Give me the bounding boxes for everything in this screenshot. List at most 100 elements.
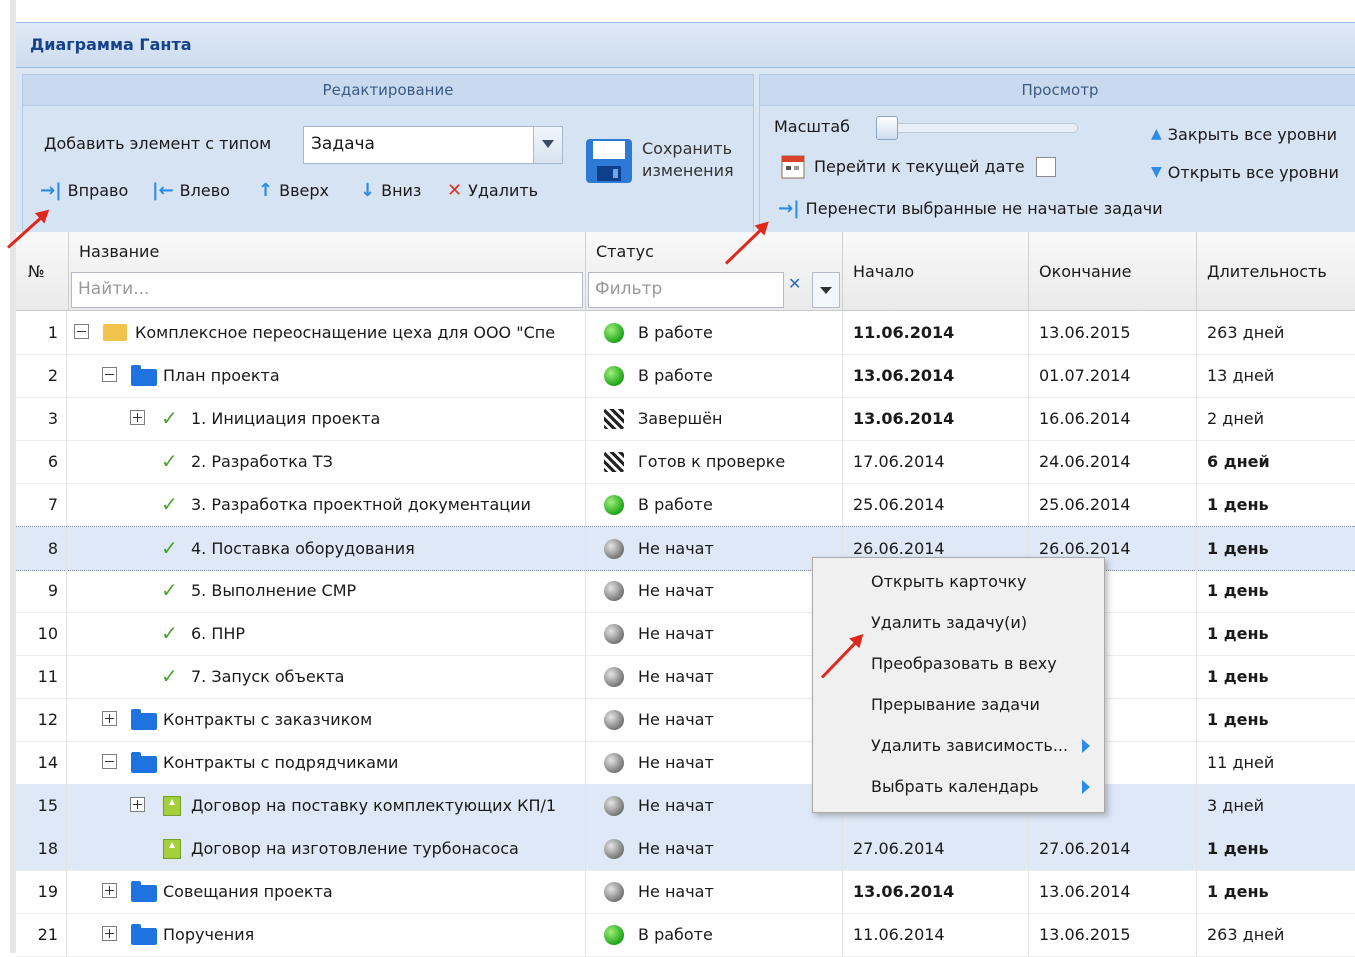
context-menu: Открыть карточку Удалить задачу(и) Преоб… bbox=[812, 557, 1105, 813]
row-start: 13.06.2014 bbox=[843, 870, 1029, 913]
collapse-icon[interactable] bbox=[102, 754, 117, 769]
move-up-label: Вверх bbox=[279, 180, 329, 200]
collapse-icon[interactable] bbox=[102, 367, 117, 382]
table-row-selected[interactable]: 8 ✓ 4. Поставка оборудования Не начат 26… bbox=[16, 526, 1355, 571]
move-unstarted-button[interactable]: →| Перенести выбранные не начатые задачи bbox=[778, 196, 1163, 220]
move-unstarted-label: Перенести выбранные не начатые задачи bbox=[805, 198, 1163, 218]
expand-icon[interactable] bbox=[130, 797, 145, 812]
arrow-right-bar-icon: →| bbox=[778, 197, 800, 219]
scale-slider-track[interactable] bbox=[876, 123, 1078, 133]
expand-all-button[interactable]: ▼ Открыть все уровни bbox=[1151, 160, 1339, 184]
chevron-down-icon bbox=[820, 287, 832, 294]
row-status: Готов к проверке bbox=[586, 440, 843, 483]
expand-icon[interactable] bbox=[102, 883, 117, 898]
expand-icon[interactable] bbox=[102, 926, 117, 941]
name-search-placeholder: Найти... bbox=[78, 279, 150, 299]
row-status: В работе bbox=[586, 913, 843, 956]
arrow-right-bar-icon: →| bbox=[40, 179, 62, 201]
row-status: Не начат bbox=[586, 655, 843, 698]
table-row[interactable]: 1 Комплексное переоснащение цеха для ООО… bbox=[16, 311, 1355, 355]
row-start: 13.06.2014 bbox=[843, 354, 1029, 397]
row-start: 11.06.2014 bbox=[843, 311, 1029, 354]
indent-left-button[interactable]: |← Влево bbox=[152, 178, 230, 202]
table-row[interactable]: 19 Совещания проекта Не начат 13.06.2014… bbox=[16, 870, 1355, 914]
indent-right-button[interactable]: →| Вправо bbox=[40, 178, 128, 202]
row-duration: 1 день bbox=[1207, 839, 1269, 858]
header-start[interactable]: Начало bbox=[843, 232, 1029, 310]
move-down-button[interactable]: ↓ Вниз bbox=[360, 178, 421, 202]
row-duration: 1 день bbox=[1207, 539, 1269, 558]
table-row[interactable]: 14 Контракты с подрядчиками Не начат 014… bbox=[16, 741, 1355, 785]
table-row-selected[interactable]: 18 Договор на изготовление турбонасоса Н… bbox=[16, 827, 1355, 871]
menu-item-convert-milestone[interactable]: Преобразовать в веху bbox=[871, 654, 1057, 673]
grid-header: № Название Найти... Статус Фильтр ✕ Нача… bbox=[16, 232, 1355, 311]
delete-button[interactable]: ✕ Удалить bbox=[447, 178, 538, 202]
checkmark-icon: ✓ bbox=[161, 406, 178, 430]
collapse-icon[interactable] bbox=[74, 324, 89, 339]
menu-item-interrupt-task[interactable]: Прерывание задачи bbox=[871, 695, 1040, 714]
header-name-label: Название bbox=[79, 242, 160, 261]
table-row-selected[interactable]: 15 Договор на поставку комплектующих КП/… bbox=[16, 784, 1355, 828]
collapse-all-button[interactable]: ▲ Закрыть все уровни bbox=[1151, 122, 1337, 146]
element-type-value: Задача bbox=[311, 134, 375, 154]
table-row[interactable]: 9 ✓ 5. Выполнение СМР Не начат 014 1 ден… bbox=[16, 569, 1355, 613]
save-icon[interactable] bbox=[585, 138, 633, 184]
scale-slider-thumb[interactable] bbox=[876, 116, 898, 140]
arrow-down-icon: ↓ bbox=[360, 179, 376, 201]
row-num: 7 bbox=[16, 483, 67, 526]
row-name: Контракты с подрядчиками bbox=[69, 741, 586, 784]
menu-item-remove-dependency[interactable]: Удалить зависимость... bbox=[871, 736, 1068, 755]
menu-item-delete-task[interactable]: Удалить задачу(и) bbox=[871, 613, 1027, 632]
expand-icon[interactable] bbox=[130, 410, 145, 425]
table-row[interactable]: 11 ✓ 7. Запуск объекта Не начат 014 1 де… bbox=[16, 655, 1355, 699]
header-num[interactable]: № bbox=[16, 232, 69, 310]
menu-item-choose-calendar[interactable]: Выбрать календарь bbox=[871, 777, 1039, 796]
menu-item-open-card[interactable]: Открыть карточку bbox=[871, 572, 1027, 591]
header-duration[interactable]: Длительность bbox=[1197, 232, 1355, 310]
contract-icon bbox=[163, 796, 181, 816]
row-end: 01.07.2014 bbox=[1029, 354, 1197, 397]
status-not-started-icon bbox=[604, 839, 624, 859]
row-status: В работе bbox=[586, 354, 843, 397]
save-changes-button[interactable]: Сохранить изменения bbox=[642, 138, 734, 182]
row-duration: 11 дней bbox=[1207, 753, 1275, 772]
row-num: 14 bbox=[16, 741, 67, 784]
table-row[interactable]: 3 ✓ 1. Инициация проекта Завершён 13.06.… bbox=[16, 397, 1355, 441]
status-not-started-icon bbox=[604, 539, 624, 559]
scale-label: Масштаб bbox=[774, 117, 851, 136]
header-name[interactable]: Название Найти... bbox=[69, 232, 586, 310]
row-duration: 1 день bbox=[1207, 581, 1269, 600]
move-up-button[interactable]: ↑ Вверх bbox=[258, 178, 329, 202]
clear-filter-icon[interactable]: ✕ bbox=[788, 274, 801, 293]
row-num: 3 bbox=[16, 397, 67, 440]
status-not-started-icon bbox=[604, 667, 624, 687]
checkmark-icon: ✓ bbox=[161, 536, 178, 560]
table-row[interactable]: 10 ✓ 6. ПНР Не начат 014 1 день bbox=[16, 612, 1355, 656]
row-start: 13.06.2014 bbox=[843, 397, 1029, 440]
goto-current-date-checkbox[interactable] bbox=[1036, 157, 1056, 177]
goto-current-date-label[interactable]: Перейти к текущей дате bbox=[814, 157, 1025, 176]
arrow-up-icon: ↑ bbox=[258, 179, 274, 201]
row-name: Контракты с заказчиком bbox=[69, 698, 586, 741]
header-status[interactable]: Статус Фильтр ✕ bbox=[586, 232, 843, 310]
status-filter-input[interactable]: Фильтр bbox=[588, 272, 784, 308]
row-status: Не начат bbox=[586, 569, 843, 612]
window-title-bar: Диаграмма Ганта bbox=[16, 23, 1355, 68]
table-row[interactable]: 6 ✓ 2. Разработка ТЗ Готов к проверке 17… bbox=[16, 440, 1355, 484]
header-end[interactable]: Окончание bbox=[1029, 232, 1197, 310]
submenu-arrow-icon bbox=[1082, 780, 1090, 794]
status-filter-dropdown[interactable] bbox=[812, 272, 840, 308]
expand-icon[interactable] bbox=[102, 711, 117, 726]
chevron-down-icon[interactable] bbox=[533, 127, 562, 163]
row-num: 1 bbox=[16, 311, 67, 354]
name-search-input[interactable]: Найти... bbox=[71, 272, 583, 308]
folder-icon bbox=[131, 924, 157, 945]
table-row[interactable]: 7 ✓ 3. Разработка проектной документации… bbox=[16, 483, 1355, 527]
element-type-combo[interactable]: Задача bbox=[303, 126, 563, 164]
indent-right-label: Вправо bbox=[67, 180, 129, 200]
table-row[interactable]: 12 Контракты с заказчиком Не начат 014 1… bbox=[16, 698, 1355, 742]
row-start: 25.06.2014 bbox=[843, 483, 1029, 526]
row-num: 9 bbox=[16, 569, 67, 612]
table-row[interactable]: 2 План проекта В работе 13.06.2014 01.07… bbox=[16, 354, 1355, 398]
table-row[interactable]: 21 Поручения В работе 11.06.2014 13.06.2… bbox=[16, 913, 1355, 957]
